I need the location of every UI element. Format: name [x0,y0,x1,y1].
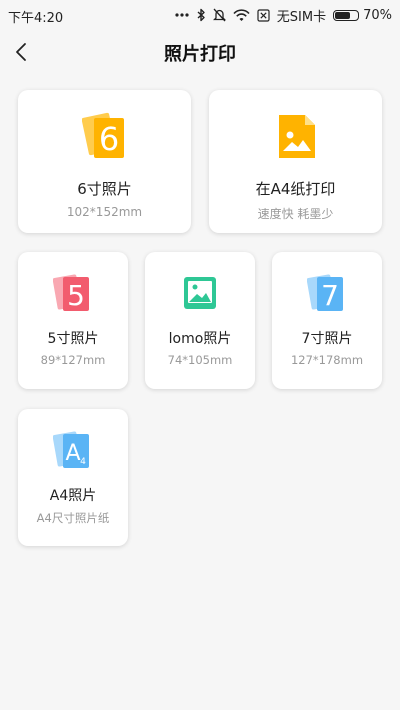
card-a4-photo[interactable]: A 4 A4照片 A4尺寸照片纸 [18,409,128,546]
a4-document-image-icon [278,115,315,158]
photo-a4-icon: A 4 [53,431,89,468]
mute-bell-icon [212,8,226,22]
photo-5-inch-icon: 5 [53,274,89,312]
page-title: 照片打印 [164,44,236,65]
bluetooth-icon [197,8,205,22]
photo-7-inch-icon: 7 [307,274,343,312]
card-title: A4照片 [49,488,97,504]
status-bar: 下午4:20 无SIM卡 70% [0,0,400,30]
card-title: 7寸照片 [301,331,353,347]
card-title: 在A4纸打印 [255,180,336,198]
card-subtitle: 89*127mm [40,353,106,367]
card-6-inch-photo[interactable]: 6 6寸照片 102*152mm [18,90,191,233]
header: 照片打印 [0,30,400,74]
svg-text:A: A [65,441,80,466]
battery-percent: 70% [363,7,392,23]
status-time: 下午4:20 [8,11,64,26]
card-subtitle: 102*152mm [66,205,143,219]
svg-text:4: 4 [80,457,86,467]
status-icons: 无SIM卡 70% [175,5,392,25]
no-sim-icon [257,8,270,22]
wifi-icon [233,8,250,21]
card-subtitle: A4尺寸照片纸 [36,511,110,525]
battery-indicator: 70% [333,8,392,23]
svg-text:6: 6 [98,120,118,158]
card-7-inch-photo[interactable]: 7 7寸照片 127*178mm [272,252,382,389]
battery-fill [335,11,350,19]
card-subtitle: 74*105mm [167,353,233,367]
card-lomo-photo[interactable]: lomo照片 74*105mm [145,252,255,389]
battery-icon [333,9,360,21]
sim-status: 无SIM卡 [276,9,327,25]
card-5-inch-photo[interactable]: 5 5寸照片 89*127mm [18,252,128,389]
card-a4-paper-print[interactable]: 在A4纸打印 速度快 耗墨少 [209,90,382,233]
more-dots-icon [175,13,189,17]
card-title: lomo照片 [168,331,232,347]
lomo-photo-icon [184,277,216,309]
card-title: 5寸照片 [47,331,99,347]
photo-6-inch-icon: 6 [81,112,124,158]
card-subtitle: 速度快 耗墨少 [257,207,334,221]
svg-text:7: 7 [321,279,339,312]
card-subtitle: 127*178mm [290,353,364,367]
card-title: 6寸照片 [77,180,132,198]
svg-text:5: 5 [67,279,85,312]
